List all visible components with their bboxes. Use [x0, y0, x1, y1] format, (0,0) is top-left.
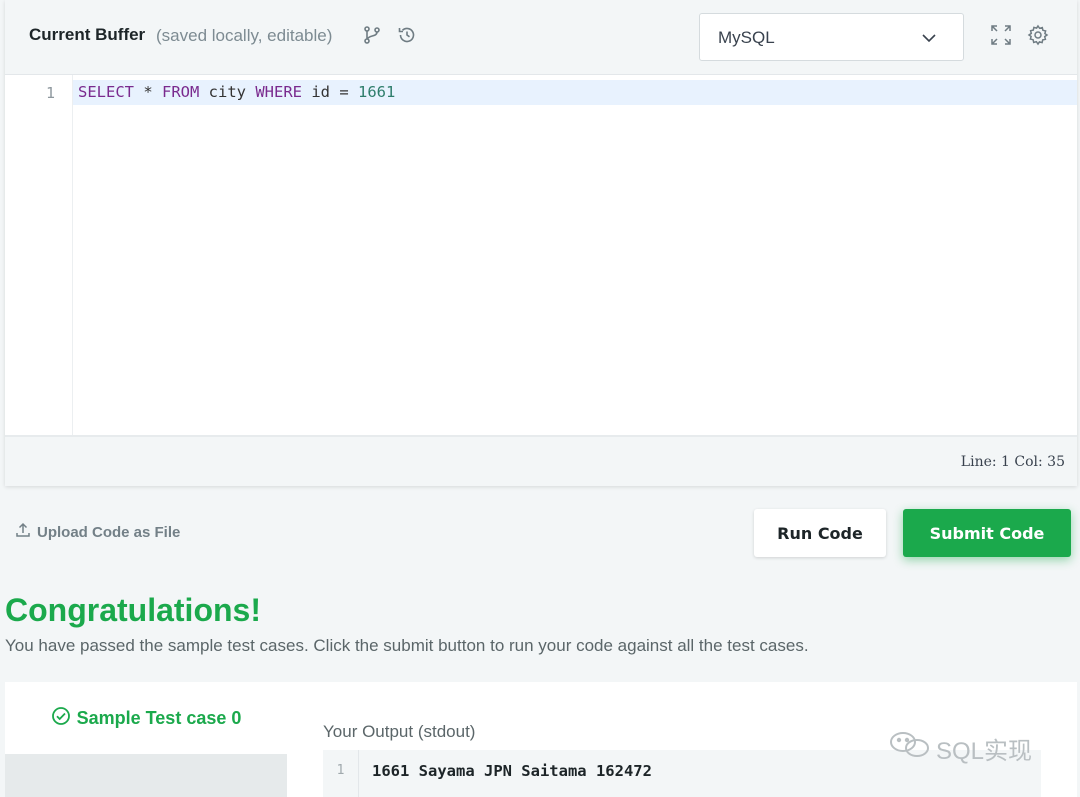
output-line-number: 1 [323, 750, 359, 797]
code-editor[interactable]: 1 SELECT * FROM city WHERE id = 1661 [5, 75, 1077, 435]
check-circle-icon [51, 706, 71, 731]
upload-label: Upload Code as File [37, 523, 181, 541]
editor-status-bar: Line: 1 Col: 35 [5, 435, 1077, 486]
sql-keyword: WHERE [255, 83, 302, 101]
result-heading: Congratulations! [5, 592, 261, 628]
chevron-down-icon [919, 28, 939, 48]
run-code-button[interactable]: Run Code [754, 509, 886, 557]
sql-keyword: SELECT [78, 83, 134, 101]
line-number-gutter: 1 [5, 75, 73, 435]
test-case-label: Sample Test case 0 [76, 707, 242, 728]
tab-sample-test-case-0[interactable]: Sample Test case 0 [5, 682, 287, 754]
branch-icon[interactable] [361, 24, 383, 46]
code-text: * [134, 83, 162, 101]
history-icon[interactable] [396, 24, 418, 46]
fullscreen-icon[interactable] [990, 24, 1012, 46]
upload-icon [15, 522, 31, 542]
test-case-list [5, 754, 287, 797]
wechat-icon [888, 730, 932, 767]
language-select[interactable]: MySQL [699, 13, 964, 61]
output-text: 1661 Sayama JPN Saitama 162472 [372, 762, 652, 780]
gear-icon[interactable] [1027, 24, 1049, 46]
buffer-subtitle: (saved locally, editable) [156, 26, 333, 45]
upload-code-button[interactable]: Upload Code as File [15, 522, 180, 542]
watermark: SQL实现 [888, 730, 1032, 767]
sql-keyword: FROM [162, 83, 200, 101]
code-line[interactable]: SELECT * FROM city WHERE id = 1661 [78, 83, 395, 101]
watermark-text: SQL实现 [936, 738, 1033, 765]
code-editor-card: Current Buffer (saved locally, editable)… [5, 0, 1077, 486]
sql-number: 1661 [358, 83, 396, 101]
code-text: city [199, 83, 256, 101]
language-value: MySQL [718, 28, 775, 47]
editor-header: Current Buffer (saved locally, editable)… [5, 0, 1077, 75]
buffer-title: Current Buffer [29, 25, 146, 44]
submit-code-button[interactable]: Submit Code [903, 509, 1071, 557]
result-message: You have passed the sample test cases. C… [5, 636, 809, 655]
line-number: 1 [45, 84, 55, 102]
code-text: id = [302, 83, 358, 101]
output-label: Your Output (stdout) [323, 722, 476, 741]
cursor-position: Line: 1 Col: 35 [960, 454, 1065, 470]
